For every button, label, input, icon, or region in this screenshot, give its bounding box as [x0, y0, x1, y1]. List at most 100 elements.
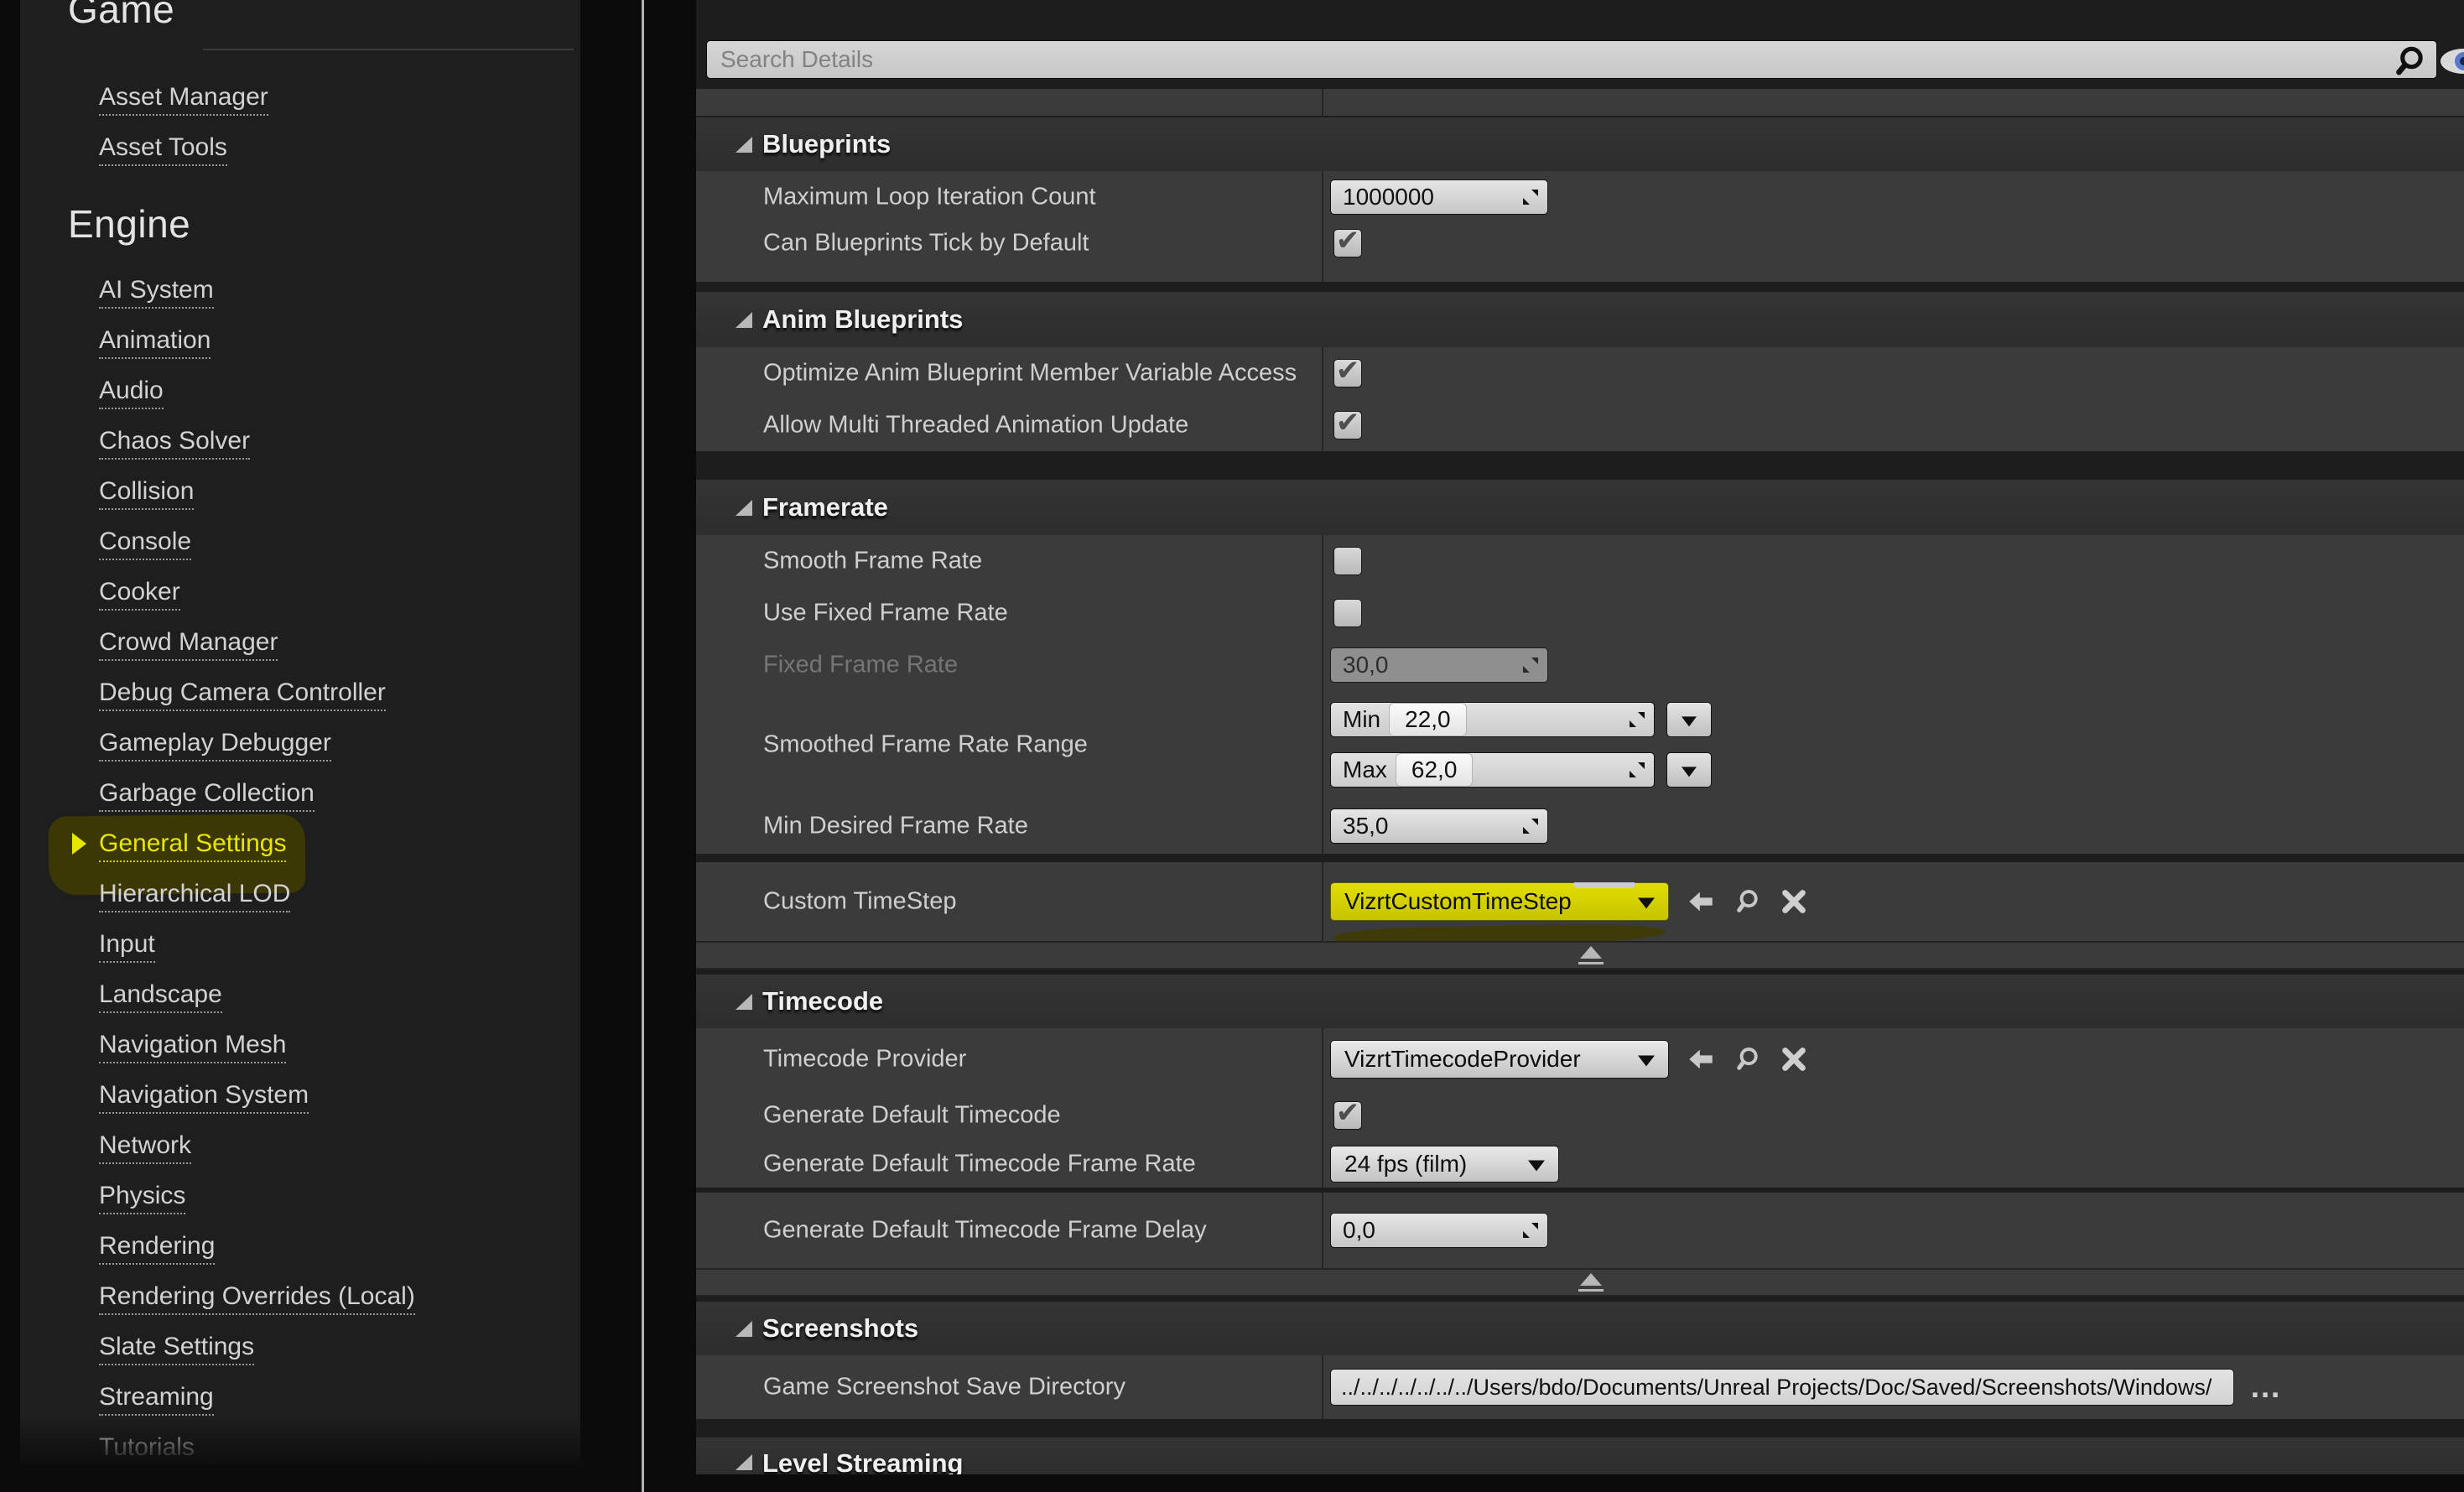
eject-icon	[1580, 1273, 1602, 1286]
sidebar-item-collision[interactable]: Collision	[99, 476, 194, 510]
settings-category-sidebar: Game Asset Manager Asset Tools Engine AI…	[20, 0, 580, 1464]
numeric-drag-icon[interactable]	[1521, 816, 1541, 836]
numeric-drag-icon[interactable]	[1521, 187, 1541, 207]
screenshot-directory-input[interactable]: ../../../../../../../Users/bdo/Documents…	[1330, 1369, 2234, 1406]
sidebar-item-navigation-mesh[interactable]: Navigation Mesh	[99, 1029, 286, 1063]
property-row-multi-threaded-anim: Allow Multi Threaded Animation Update	[696, 399, 2464, 451]
sidebar-item-chaos-solver[interactable]: Chaos Solver	[99, 425, 250, 460]
generate-default-timecode-checkbox[interactable]	[1333, 1101, 1362, 1130]
section-header-timecode[interactable]: Timecode	[696, 975, 2464, 1028]
property-row-smoothed-frame-rate-range: Smoothed Frame Rate Range Min 22,0 Max	[696, 691, 2464, 798]
sidebar-item-garbage-collection[interactable]: Garbage Collection	[99, 777, 314, 812]
sidebar-item-animation[interactable]: Animation	[99, 325, 211, 359]
min-desired-frame-rate-input[interactable]: 35,0	[1330, 808, 1548, 844]
sidebar-item-rendering[interactable]: Rendering	[99, 1230, 215, 1265]
clear-icon[interactable]	[1781, 890, 1806, 913]
use-selected-asset-arrow-icon[interactable]	[1687, 890, 1714, 913]
sidebar-item-physics[interactable]: Physics	[99, 1180, 185, 1214]
sidebar-item-hierarchical-lod[interactable]: Hierarchical LOD	[99, 878, 290, 912]
property-row-screenshot-save-directory: Game Screenshot Save Directory ../../../…	[696, 1355, 2464, 1419]
min-value-field[interactable]: 22,0	[1389, 703, 1467, 736]
numeric-drag-icon[interactable]	[1521, 1220, 1541, 1240]
sidebar-item-ai-system[interactable]: AI System	[99, 274, 214, 309]
panel-splitter[interactable]	[642, 0, 644, 1492]
fixed-frame-rate-input: 30,0	[1330, 647, 1548, 683]
max-value-field[interactable]: 62,0	[1396, 753, 1474, 787]
custom-timestep-dropdown[interactable]: VizrtCustomTimeStep	[1330, 882, 1669, 921]
sidebar-item-audio[interactable]: Audio	[99, 375, 164, 409]
expanded-arrow-icon	[736, 1321, 752, 1337]
section-header-framerate[interactable]: Framerate	[696, 480, 2464, 535]
search-icon	[2392, 45, 2429, 79]
collapse-advanced-button[interactable]	[1577, 946, 1605, 964]
sidebar-item-navigation-system[interactable]: Navigation System	[99, 1079, 309, 1114]
property-row-min-desired-frame-rate: Min Desired Frame Rate 35,0	[696, 798, 2464, 854]
use-selected-asset-arrow-icon[interactable]	[1687, 1048, 1714, 1071]
sidebar-item-console[interactable]: Console	[99, 526, 191, 560]
section-header-screenshots[interactable]: Screenshots	[696, 1302, 2464, 1355]
section-header-anim-blueprints[interactable]: Anim Blueprints	[696, 292, 2464, 347]
max-loop-iteration-input[interactable]: 1000000	[1330, 179, 1548, 215]
smoothed-range-min-spinbox[interactable]: Min 22,0	[1330, 702, 1655, 737]
numeric-drag-icon[interactable]	[1627, 760, 1647, 780]
chevron-down-icon	[1528, 1160, 1545, 1171]
multi-threaded-anim-checkbox[interactable]	[1333, 411, 1362, 439]
sidebar-item-asset-tools[interactable]: Asset Tools	[99, 132, 227, 166]
sidebar-item-landscape[interactable]: Landscape	[99, 979, 222, 1013]
search-input[interactable]	[706, 40, 2437, 79]
sidebar-item-rendering-overrides[interactable]: Rendering Overrides (Local)	[99, 1281, 415, 1315]
eject-icon	[1580, 946, 1602, 959]
view-options-eye-icon[interactable]	[2439, 44, 2464, 79]
expanded-arrow-icon	[736, 994, 752, 1010]
property-row-use-fixed-frame-rate: Use Fixed Frame Rate	[696, 587, 2464, 639]
numeric-drag-icon[interactable]	[1627, 710, 1647, 730]
timecode-frame-delay-input[interactable]: 0,0	[1330, 1213, 1548, 1248]
property-row-can-blueprints-tick: Can Blueprints Tick by Default	[696, 223, 2464, 282]
property-row-custom-timestep: Custom TimeStep VizrtCustomTimeStep	[696, 862, 2464, 941]
section-header-level-streaming[interactable]: Level Streaming	[696, 1437, 2464, 1474]
numeric-drag-icon	[1521, 655, 1541, 675]
sidebar-item-asset-manager[interactable]: Asset Manager	[99, 81, 268, 116]
browse-to-asset-icon[interactable]	[1734, 1047, 1761, 1072]
sidebar-item-network[interactable]: Network	[99, 1130, 191, 1164]
min-bound-dropdown-button[interactable]	[1666, 702, 1712, 737]
sidebar-item-slate-settings[interactable]: Slate Settings	[99, 1331, 254, 1365]
smooth-frame-rate-checkbox[interactable]	[1333, 547, 1362, 575]
advanced-expander-strip	[696, 941, 2464, 970]
partial-row	[696, 89, 2464, 116]
advanced-expander-strip	[696, 1268, 2464, 1297]
sidebar-item-crowd-manager[interactable]: Crowd Manager	[99, 626, 278, 661]
chevron-down-icon	[1638, 897, 1655, 908]
use-fixed-frame-rate-checkbox[interactable]	[1333, 599, 1362, 627]
collapse-advanced-button[interactable]	[1577, 1273, 1605, 1292]
expanded-arrow-icon	[736, 500, 752, 516]
section-header-blueprints[interactable]: Blueprints	[696, 117, 2464, 171]
property-row-timecode-provider: Timecode Provider VizrtTimecodeProvider	[696, 1028, 2464, 1090]
sidebar-item-gameplay-debugger[interactable]: Gameplay Debugger	[99, 727, 331, 762]
sidebar-bottom-fade	[20, 1416, 580, 1464]
property-row-timecode-frame-delay: Generate Default Timecode Frame Delay 0,…	[696, 1193, 2464, 1268]
can-blueprints-tick-checkbox[interactable]	[1333, 229, 1362, 257]
smoothed-range-max-spinbox[interactable]: Max 62,0	[1330, 752, 1655, 788]
selected-item-arrow-icon	[72, 833, 86, 855]
property-row-timecode-frame-rate: Generate Default Timecode Frame Rate 24 …	[696, 1141, 2464, 1188]
unreal-project-settings-window: { "sidebar": { "game_category": "Game", …	[0, 0, 2464, 1492]
optimize-anim-checkbox[interactable]	[1333, 359, 1362, 387]
property-row-generate-default-timecode: Generate Default Timecode	[696, 1090, 2464, 1141]
sidebar-item-debug-camera-controller[interactable]: Debug Camera Controller	[99, 677, 386, 711]
sidebar-item-cooker[interactable]: Cooker	[99, 576, 180, 611]
timecode-provider-dropdown[interactable]: VizrtTimecodeProvider	[1330, 1040, 1669, 1079]
clear-icon[interactable]	[1781, 1048, 1806, 1071]
property-row-smooth-frame-rate: Smooth Frame Rate	[696, 535, 2464, 587]
sidebar-divider	[203, 49, 574, 50]
browse-directory-button[interactable]: …	[2249, 1379, 2281, 1396]
browse-to-asset-icon[interactable]	[1734, 889, 1761, 914]
sidebar-item-input[interactable]: Input	[99, 928, 155, 963]
expanded-arrow-icon	[736, 312, 752, 328]
sidebar-item-streaming[interactable]: Streaming	[99, 1381, 214, 1416]
max-bound-dropdown-button[interactable]	[1666, 752, 1712, 788]
timecode-frame-rate-dropdown[interactable]: 24 fps (film)	[1330, 1146, 1559, 1183]
property-row-fixed-frame-rate: Fixed Frame Rate 30,0	[696, 639, 2464, 691]
sidebar-item-general-settings[interactable]: General Settings	[99, 828, 286, 862]
property-row-optimize-anim: Optimize Anim Blueprint Member Variable …	[696, 347, 2464, 399]
